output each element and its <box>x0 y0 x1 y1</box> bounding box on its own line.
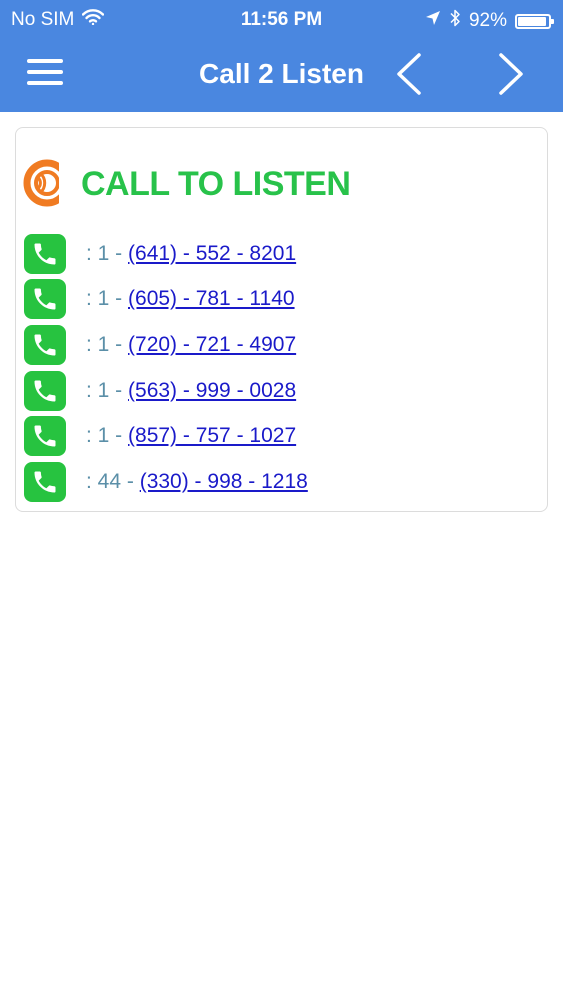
bluetooth-icon <box>449 8 461 34</box>
phone-row: : 1 - (563) - 999 - 0028 <box>24 368 524 414</box>
phone-icon[interactable] <box>24 461 66 502</box>
phone-row: : 1 - (720) - 721 - 4907 <box>24 322 524 368</box>
location-arrow-icon <box>425 10 441 32</box>
phone-list: : 1 - (641) - 552 - 8201 : 1 - (605) - 7… <box>24 231 524 505</box>
phone-row: : 1 - (641) - 552 - 8201 <box>24 231 524 277</box>
country-code: : 1 - <box>86 332 129 356</box>
app-header: No SIM 11:56 PM 92% Call 2 Listen <box>0 0 563 112</box>
country-code: : 1 - <box>86 287 129 311</box>
status-bar: No SIM 11:56 PM 92% <box>0 0 563 38</box>
battery-fill <box>518 16 546 26</box>
country-code: : 1 - <box>86 378 129 402</box>
phone-number-link[interactable]: (720) - 721 - 4907 <box>128 333 296 357</box>
phone-number-link[interactable]: (605) - 781 - 1140 <box>128 287 295 311</box>
chevron-right-icon[interactable] <box>496 52 526 96</box>
battery-icon <box>515 13 554 29</box>
navigation-bar: Call 2 Listen <box>0 38 563 112</box>
logo-emblem-icon <box>23 159 71 207</box>
chevron-left-icon[interactable] <box>394 52 424 96</box>
phone-row: : 1 - (605) - 781 - 1140 <box>24 277 524 323</box>
battery-percent: 92% <box>468 10 507 31</box>
phone-icon[interactable] <box>24 233 66 274</box>
phone-number-link[interactable]: (857) - 757 - 1027 <box>128 424 296 448</box>
status-right: 92% <box>425 8 554 34</box>
phone-row: : 44 - (330) - 998 - 1218 <box>24 459 524 505</box>
phone-icon[interactable] <box>24 370 66 411</box>
call-to-listen-logo: CALL TO LISTEN <box>23 150 363 216</box>
phone-row: : 1 - (857) - 757 - 1027 <box>24 413 524 459</box>
phone-icon[interactable] <box>24 279 66 320</box>
phone-icon[interactable] <box>24 416 66 457</box>
page-title: Call 2 Listen <box>199 58 364 89</box>
country-code: : 44 - <box>86 469 140 493</box>
phone-number-link[interactable]: (330) - 998 - 1218 <box>140 470 308 494</box>
country-code: : 1 - <box>86 424 129 448</box>
hamburger-menu-icon[interactable] <box>27 59 63 89</box>
phone-numbers-card: CALL TO LISTEN : 1 - (641) - 552 - 8201 … <box>15 127 548 512</box>
country-code: : 1 - <box>86 241 129 265</box>
phone-number-link[interactable]: (563) - 999 - 0028 <box>128 379 296 403</box>
phone-number-link[interactable]: (641) - 552 - 8201 <box>128 242 296 266</box>
phone-icon[interactable] <box>24 324 66 365</box>
logo-text: CALL TO LISTEN <box>81 165 351 203</box>
